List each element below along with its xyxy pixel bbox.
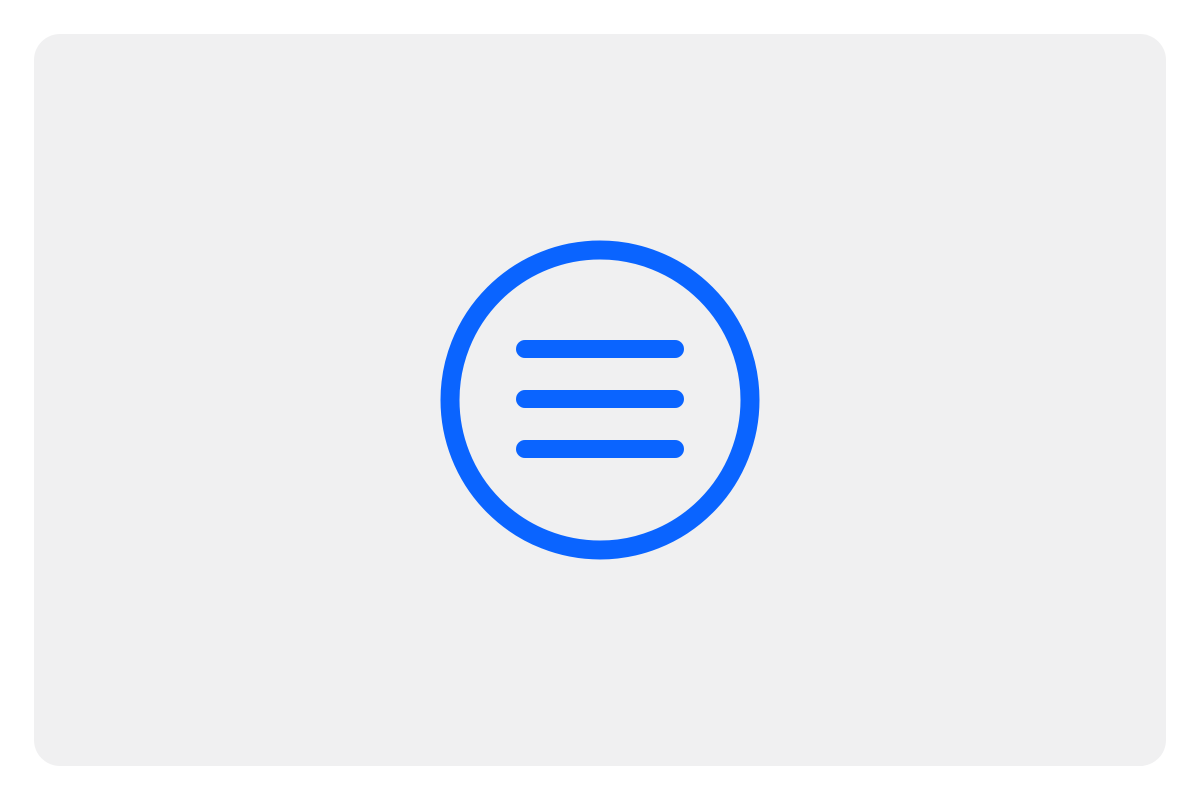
screen [0,0,1200,800]
menu-button[interactable] [440,240,760,560]
menu-icon [440,240,760,560]
